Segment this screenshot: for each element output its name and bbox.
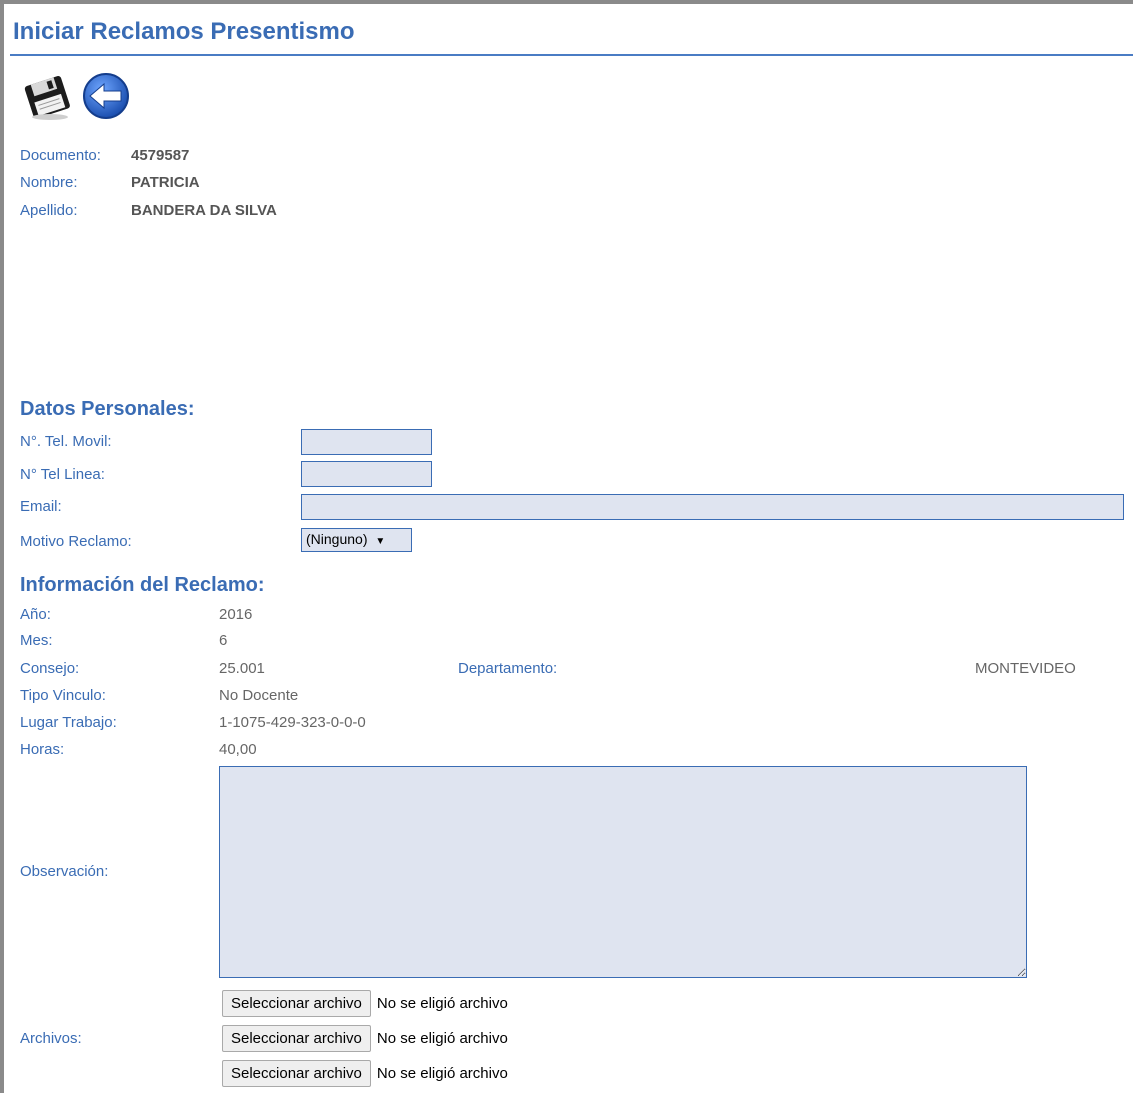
horas-value: 40,00 [219,741,257,758]
datos-personales-heading: Datos Personales: [20,398,195,420]
lugar-trabajo-value: 1-1075-429-323-0-0-0 [219,714,366,731]
consejo-label: Consejo: [20,660,80,677]
mes-label: Mes: [20,632,53,649]
anio-label: Año: [20,606,51,623]
observacion-textarea[interactable] [219,766,1027,978]
tipo-vinculo-value: No Docente [219,687,299,704]
email-input[interactable] [301,494,1124,520]
file-status-3: No se eligió archivo [376,1064,508,1082]
title-divider [10,54,1133,56]
motivo-select[interactable]: (Ninguno) ▼ [301,528,412,552]
select-file-button-1[interactable]: Seleccionar archivo [222,989,371,1017]
window-left-border [0,0,4,1093]
consejo-value: 25.001 [219,660,265,677]
apellido-value: BANDERA DA SILVA [131,202,277,219]
file-status-2: No se eligió archivo [376,1029,508,1047]
nombre-value: PATRICIA [131,174,200,191]
apellido-label: Apellido: [20,202,78,219]
horas-label: Horas: [20,741,65,758]
file-input-3: Seleccionar archivo No se eligió archivo [222,1059,508,1087]
back-button[interactable] [80,70,132,122]
archivos-label: Archivos: [20,1030,82,1047]
motivo-selected: (Ninguno) [306,531,368,547]
file-status-1: No se eligió archivo [376,994,508,1012]
lugar-trabajo-label: Lugar Trabajo: [20,714,117,731]
page-title: Iniciar Reclamos Presentismo [13,18,355,45]
observacion-label: Observación: [20,863,109,880]
file-input-2: Seleccionar archivo No se eligió archivo [222,1024,508,1052]
movil-label: N°. Tel. Movil: [20,433,112,450]
documento-value: 4579587 [131,147,190,164]
documento-label: Documento: [20,147,101,164]
linea-input[interactable] [301,461,432,487]
informacion-reclamo-heading: Información del Reclamo: [20,574,265,596]
tipo-vinculo-label: Tipo Vinculo: [20,687,106,704]
mes-value: 6 [219,632,228,649]
linea-label: N° Tel Linea: [20,466,105,483]
chevron-down-icon: ▼ [375,536,386,547]
file-input-1: Seleccionar archivo No se eligió archivo [222,989,508,1017]
select-file-button-3[interactable]: Seleccionar archivo [222,1059,371,1087]
email-label: Email: [20,498,62,515]
back-arrow-icon [83,73,129,119]
anio-value: 2016 [219,606,253,623]
select-file-button-2[interactable]: Seleccionar archivo [222,1024,371,1052]
window-top-border [0,0,1133,4]
floppy-save-icon [24,76,70,120]
departamento-label: Departamento: [458,660,558,677]
nombre-label: Nombre: [20,174,78,191]
motivo-label: Motivo Reclamo: [20,533,132,550]
movil-input[interactable] [301,429,432,455]
departamento-value: MONTEVIDEO [975,660,1076,677]
save-button[interactable] [22,70,74,122]
